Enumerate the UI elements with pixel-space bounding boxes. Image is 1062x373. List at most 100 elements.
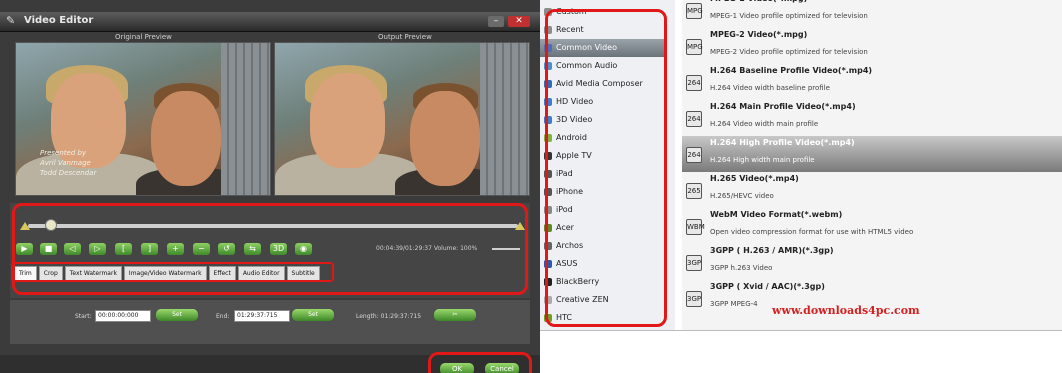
profile-description: 3GPP h.263 Video xyxy=(710,264,773,272)
original-preview-label: Original Preview xyxy=(115,33,172,41)
next-frame-button[interactable]: ▷ xyxy=(89,243,106,255)
end-time-field[interactable]: 01:29:37:715 xyxy=(234,310,290,322)
category-item[interactable]: Android xyxy=(540,129,665,147)
category-icon xyxy=(544,296,552,304)
category-item[interactable]: Avid Media Composer xyxy=(540,75,665,93)
profile-item[interactable]: 3GP 3GPP ( H.263 / AMR)(*.3gp) 3GPP h.263 … xyxy=(682,244,1062,280)
category-item[interactable]: ASUS xyxy=(540,255,665,273)
category-label: HTC xyxy=(556,313,573,322)
rotate-button[interactable]: ↺ xyxy=(218,243,235,255)
zoom-in-button[interactable]: + xyxy=(167,243,184,255)
ok-button[interactable]: OK xyxy=(440,363,474,373)
video-editor-window: ✎ Video Editor – ✕ Original Preview Outp… xyxy=(0,0,540,373)
volume-slider[interactable] xyxy=(492,248,520,250)
profile-description: H.264 High width main profile xyxy=(710,156,815,164)
format-icon: MPG xyxy=(686,39,703,55)
stop-button[interactable]: ■ xyxy=(40,243,57,255)
profile-item[interactable]: 264 H.264 High Profile Video(*.mp4) H.264 … xyxy=(682,136,1062,172)
tab-subtitle[interactable]: Subtitle xyxy=(286,266,320,281)
category-item[interactable]: HD Video xyxy=(540,93,665,111)
format-icon: WBM xyxy=(686,219,705,235)
playhead-thumb[interactable] xyxy=(45,219,57,231)
trim-end-marker[interactable] xyxy=(515,222,525,230)
category-item[interactable]: Common Video xyxy=(540,39,665,57)
end-set-button[interactable]: Set xyxy=(292,309,334,321)
profile-title: 3GPP ( Xvid / AAC)(*.3gp) xyxy=(710,282,825,291)
window-title: Video Editor xyxy=(24,15,94,26)
start-set-button[interactable]: Set xyxy=(156,309,198,321)
category-item[interactable]: Creative ZEN xyxy=(540,291,665,309)
prev-frame-button[interactable]: ◁ xyxy=(64,243,81,255)
category-label: Common Video xyxy=(556,43,617,52)
tab-audio-editor[interactable]: Audio Editor xyxy=(237,266,285,281)
category-item[interactable]: Custom xyxy=(540,3,665,21)
tab-effect[interactable]: Effect xyxy=(208,266,236,281)
format-icon: 265 xyxy=(686,183,702,199)
category-item[interactable]: Acer xyxy=(540,219,665,237)
profile-item[interactable]: WBM WebM Video Format(*.webm) Open video c… xyxy=(682,208,1062,244)
zoom-out-button[interactable]: − xyxy=(193,243,210,255)
category-icon xyxy=(544,278,552,286)
flip-button[interactable]: ⇆ xyxy=(244,243,261,255)
profile-description: 3GPP MPEG-4 xyxy=(710,300,758,308)
category-icon xyxy=(544,98,552,106)
category-item[interactable]: 3D Video xyxy=(540,111,665,129)
profile-item[interactable]: 264 H.264 Main Profile Video(*.mp4) H.264 … xyxy=(682,100,1062,136)
cancel-button[interactable]: Cancel xyxy=(485,363,519,373)
category-item[interactable]: iPhone xyxy=(540,183,665,201)
category-label: Archos xyxy=(556,241,584,250)
category-item[interactable]: BlackBerry xyxy=(540,273,665,291)
profile-title: WebM Video Format(*.webm) xyxy=(710,210,843,219)
tab-image-video-watermark[interactable]: Image/Video Watermark xyxy=(123,266,207,281)
category-item[interactable]: HTC xyxy=(540,309,665,327)
tab-trim[interactable]: Trim xyxy=(14,266,37,281)
timeline-slider[interactable] xyxy=(28,224,518,228)
profile-title: H.264 High Profile Video(*.mp4) xyxy=(710,138,855,147)
category-label: ASUS xyxy=(556,259,578,268)
category-item[interactable]: iPad xyxy=(540,165,665,183)
category-label: iPad xyxy=(556,169,573,178)
play-button[interactable]: ▶ xyxy=(16,243,33,255)
mark-out-button[interactable]: ] xyxy=(141,243,158,255)
category-list: Custom Recent Common Video Common Audio Avid… xyxy=(540,0,675,330)
profile-description: Open video compression format for use wi… xyxy=(710,228,914,236)
profile-description: H.264 Video width main profile xyxy=(710,120,819,128)
trim-settings-panel xyxy=(10,300,530,344)
trim-button[interactable]: ✂ xyxy=(434,309,476,321)
category-label: Acer xyxy=(556,223,574,232)
site-watermark: www.downloads4pc.com xyxy=(772,304,920,317)
category-icon xyxy=(544,80,552,88)
start-time-field[interactable]: 00:00:00:000 xyxy=(95,310,151,322)
profile-item[interactable]: MPG MPEG-1 Video(*.mpg) MPEG-1 Video profi… xyxy=(682,0,1062,28)
editor-tabs: Trim Crop Text Watermark Image/Video Wat… xyxy=(14,266,322,281)
category-label: Avid Media Composer xyxy=(556,79,643,88)
category-icon xyxy=(544,44,552,52)
end-label: End: xyxy=(216,313,230,320)
category-icon xyxy=(544,242,552,250)
category-item[interactable]: Common Audio xyxy=(540,57,665,75)
category-icon xyxy=(544,260,552,268)
category-item[interactable]: Archos xyxy=(540,237,665,255)
category-label: Recent xyxy=(556,25,584,34)
mark-in-button[interactable]: [ xyxy=(115,243,132,255)
category-icon xyxy=(544,188,552,196)
format-icon: MPG xyxy=(686,3,703,19)
category-icon xyxy=(544,170,552,178)
minimize-button[interactable]: – xyxy=(488,16,504,27)
close-button[interactable]: ✕ xyxy=(508,16,530,27)
category-item[interactable]: iPod xyxy=(540,201,665,219)
3d-button[interactable]: 3D xyxy=(270,243,287,255)
category-label: iPhone xyxy=(556,187,584,196)
snapshot-button[interactable]: ◉ xyxy=(295,243,312,255)
profile-description: H.264 Video width baseline profile xyxy=(710,84,830,92)
tab-crop[interactable]: Crop xyxy=(38,266,63,281)
tab-text-watermark[interactable]: Text Watermark xyxy=(64,266,122,281)
category-label: HD Video xyxy=(556,97,594,106)
category-item[interactable]: Apple TV xyxy=(540,147,665,165)
profile-item[interactable]: MPG MPEG-2 Video(*.mpg) MPEG-2 Video profi… xyxy=(682,28,1062,64)
profile-item[interactable]: 265 H.265 Video(*.mp4) H.265/HEVC video xyxy=(682,172,1062,208)
category-icon xyxy=(544,8,552,16)
format-icon: 264 xyxy=(686,147,702,163)
category-item[interactable]: Recent xyxy=(540,21,665,39)
profile-item[interactable]: 264 H.264 Baseline Profile Video(*.mp4) H.… xyxy=(682,64,1062,100)
